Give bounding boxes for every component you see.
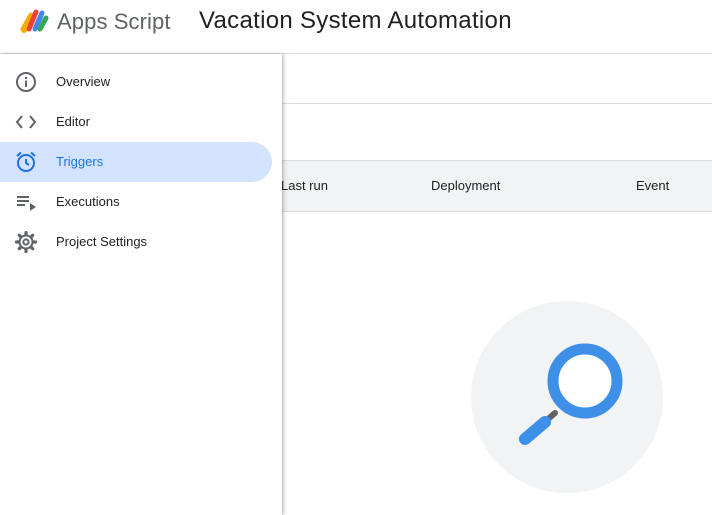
sidebar-item-label: Overview — [56, 74, 111, 89]
alarm-clock-icon — [16, 151, 36, 172]
apps-script-logo-icon[interactable] — [18, 7, 50, 35]
sidebar-item-triggers[interactable]: Triggers — [0, 142, 272, 182]
sidebar-item-project-settings[interactable]: Project Settings — [0, 222, 272, 262]
project-title[interactable]: Vacation System Automation — [199, 7, 512, 35]
column-header-event[interactable]: Event — [636, 178, 669, 193]
playlist-play-icon — [17, 196, 36, 211]
code-icon — [15, 115, 37, 129]
gear-icon — [14, 230, 38, 254]
brand-name[interactable]: Apps Script — [57, 9, 171, 35]
info-icon — [16, 72, 36, 92]
sidebar-item-editor[interactable]: Editor — [0, 102, 272, 142]
apps-script-page: Apps Script Vacation System Automation L… — [0, 0, 712, 515]
empty-state-illustration — [471, 301, 663, 493]
sidebar-item-executions[interactable]: Executions — [0, 182, 272, 222]
sidebar-item-label: Triggers — [56, 154, 104, 169]
navigation-drawer: Overview Editor Triggers Executions Proj… — [0, 54, 282, 515]
sidebar-item-label: Project Settings — [56, 234, 148, 249]
column-header-deployment[interactable]: Deployment — [431, 178, 500, 193]
column-header-last-run[interactable]: Last run — [281, 178, 328, 193]
top-header: Apps Script Vacation System Automation — [0, 0, 712, 54]
magnifier-icon — [519, 343, 623, 445]
sidebar-item-label: Executions — [56, 194, 120, 209]
sidebar-item-overview[interactable]: Overview — [0, 62, 272, 102]
sidebar-item-label: Editor — [56, 114, 90, 129]
